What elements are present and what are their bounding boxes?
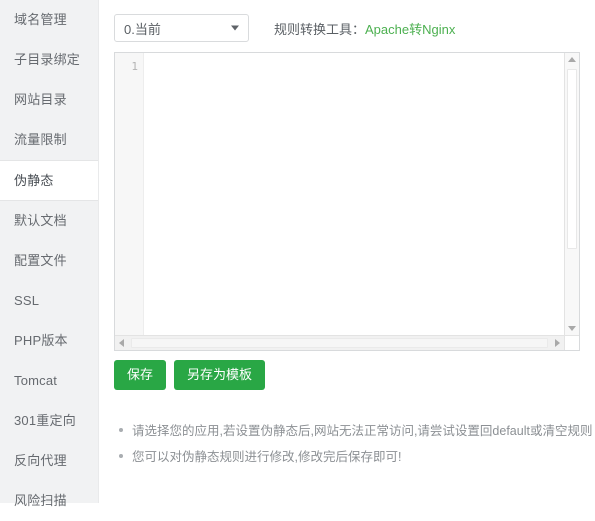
sidebar-item-label: 反向代理 xyxy=(14,453,67,468)
rewrite-toolbar: 0.当前 规则转换工具： Apache转Nginx xyxy=(114,14,455,42)
sidebar-item-label: 流量限制 xyxy=(14,132,67,147)
code-input[interactable] xyxy=(144,53,564,335)
sidebar-item-label: 子目录绑定 xyxy=(14,52,81,67)
sidebar-item-label: SSL xyxy=(14,293,40,308)
note-text: 您可以对伪静态规则进行修改,修改完后保存即可! xyxy=(132,450,402,464)
list-item: 请选择您的应用,若设置伪静态后,网站无法正常访问,请尝试设置回default或清… xyxy=(119,418,592,444)
arrow-up-icon[interactable] xyxy=(568,57,576,62)
sidebar-item-label: 风险扫描 xyxy=(14,493,67,508)
sidebar-item-rewrite[interactable]: 伪静态 xyxy=(0,160,98,201)
arrow-down-icon[interactable] xyxy=(568,326,576,331)
chevron-down-icon xyxy=(231,25,239,31)
sidebar-item-label: 伪静态 xyxy=(14,173,54,188)
sidebar-item-risk-scan[interactable]: 风险扫描 xyxy=(0,481,98,521)
rewrite-rule-select[interactable]: 0.当前 xyxy=(114,14,249,42)
apache-to-nginx-link[interactable]: Apache转Nginx xyxy=(365,19,455,38)
help-notes: 请选择您的应用,若设置伪静态后,网站无法正常访问,请尝试设置回default或清… xyxy=(114,418,592,470)
bullet-icon xyxy=(119,428,123,432)
sidebar-item-reverse-proxy[interactable]: 反向代理 xyxy=(0,441,98,481)
sidebar-item-default-document[interactable]: 默认文档 xyxy=(0,201,98,241)
sidebar-item-label: 301重定向 xyxy=(14,413,76,428)
sidebar-item-domain-management[interactable]: 域名管理 xyxy=(0,0,98,40)
list-item: 您可以对伪静态规则进行修改,修改完后保存即可! xyxy=(119,444,587,470)
rewrite-panel: 0.当前 规则转换工具： Apache转Nginx 1 保存 另存为模板 请选择… xyxy=(100,0,595,503)
save-as-template-button[interactable]: 另存为模板 xyxy=(174,360,266,390)
sidebar-item-traffic-limit[interactable]: 流量限制 xyxy=(0,120,98,160)
sidebar-item-subdirectory-binding[interactable]: 子目录绑定 xyxy=(0,40,98,80)
sidebar-item-ssl[interactable]: SSL xyxy=(0,281,98,321)
sidebar-item-label: Tomcat xyxy=(14,373,58,388)
scrollbar-corner xyxy=(564,335,579,350)
rewrite-rule-select-value: 0.当前 xyxy=(124,21,161,37)
horizontal-scroll-thumb[interactable] xyxy=(131,338,548,348)
sidebar-item-label: PHP版本 xyxy=(14,333,68,348)
sidebar-item-label: 网站目录 xyxy=(14,92,67,107)
editor-horizontal-scrollbar[interactable] xyxy=(115,335,564,350)
settings-page: 域名管理 子目录绑定 网站目录 流量限制 伪静态 默认文档 配置文件 SSL P… xyxy=(0,0,595,508)
bullet-icon xyxy=(119,454,123,458)
sidebar-item-label: 配置文件 xyxy=(14,253,67,268)
converter-label: 规则转换工具： xyxy=(274,21,366,37)
sidebar-item-label: 域名管理 xyxy=(14,12,67,27)
rewrite-code-editor: 1 xyxy=(114,52,580,351)
arrow-left-icon[interactable] xyxy=(119,339,124,347)
settings-sidebar: 域名管理 子目录绑定 网站目录 流量限制 伪静态 默认文档 配置文件 SSL P… xyxy=(0,0,99,508)
action-buttons: 保存 另存为模板 xyxy=(114,360,266,390)
vertical-scroll-thumb[interactable] xyxy=(567,69,577,249)
arrow-right-icon[interactable] xyxy=(555,339,560,347)
line-number: 1 xyxy=(131,60,138,73)
editor-vertical-scrollbar[interactable] xyxy=(564,53,579,335)
sidebar-item-301-redirect[interactable]: 301重定向 xyxy=(0,401,98,441)
sidebar-item-label: 默认文档 xyxy=(14,213,67,228)
note-text: 请选择您的应用,若设置伪静态后,网站无法正常访问,请尝试设置回default或清… xyxy=(132,424,593,438)
sidebar-item-config-file[interactable]: 配置文件 xyxy=(0,241,98,281)
editor-line-gutter: 1 xyxy=(115,53,144,335)
editor-body: 1 xyxy=(115,53,564,335)
sidebar-item-php-version[interactable]: PHP版本 xyxy=(0,321,98,361)
sidebar-item-tomcat[interactable]: Tomcat xyxy=(0,361,98,401)
sidebar-item-site-directory[interactable]: 网站目录 xyxy=(0,80,98,120)
save-button[interactable]: 保存 xyxy=(114,360,167,390)
